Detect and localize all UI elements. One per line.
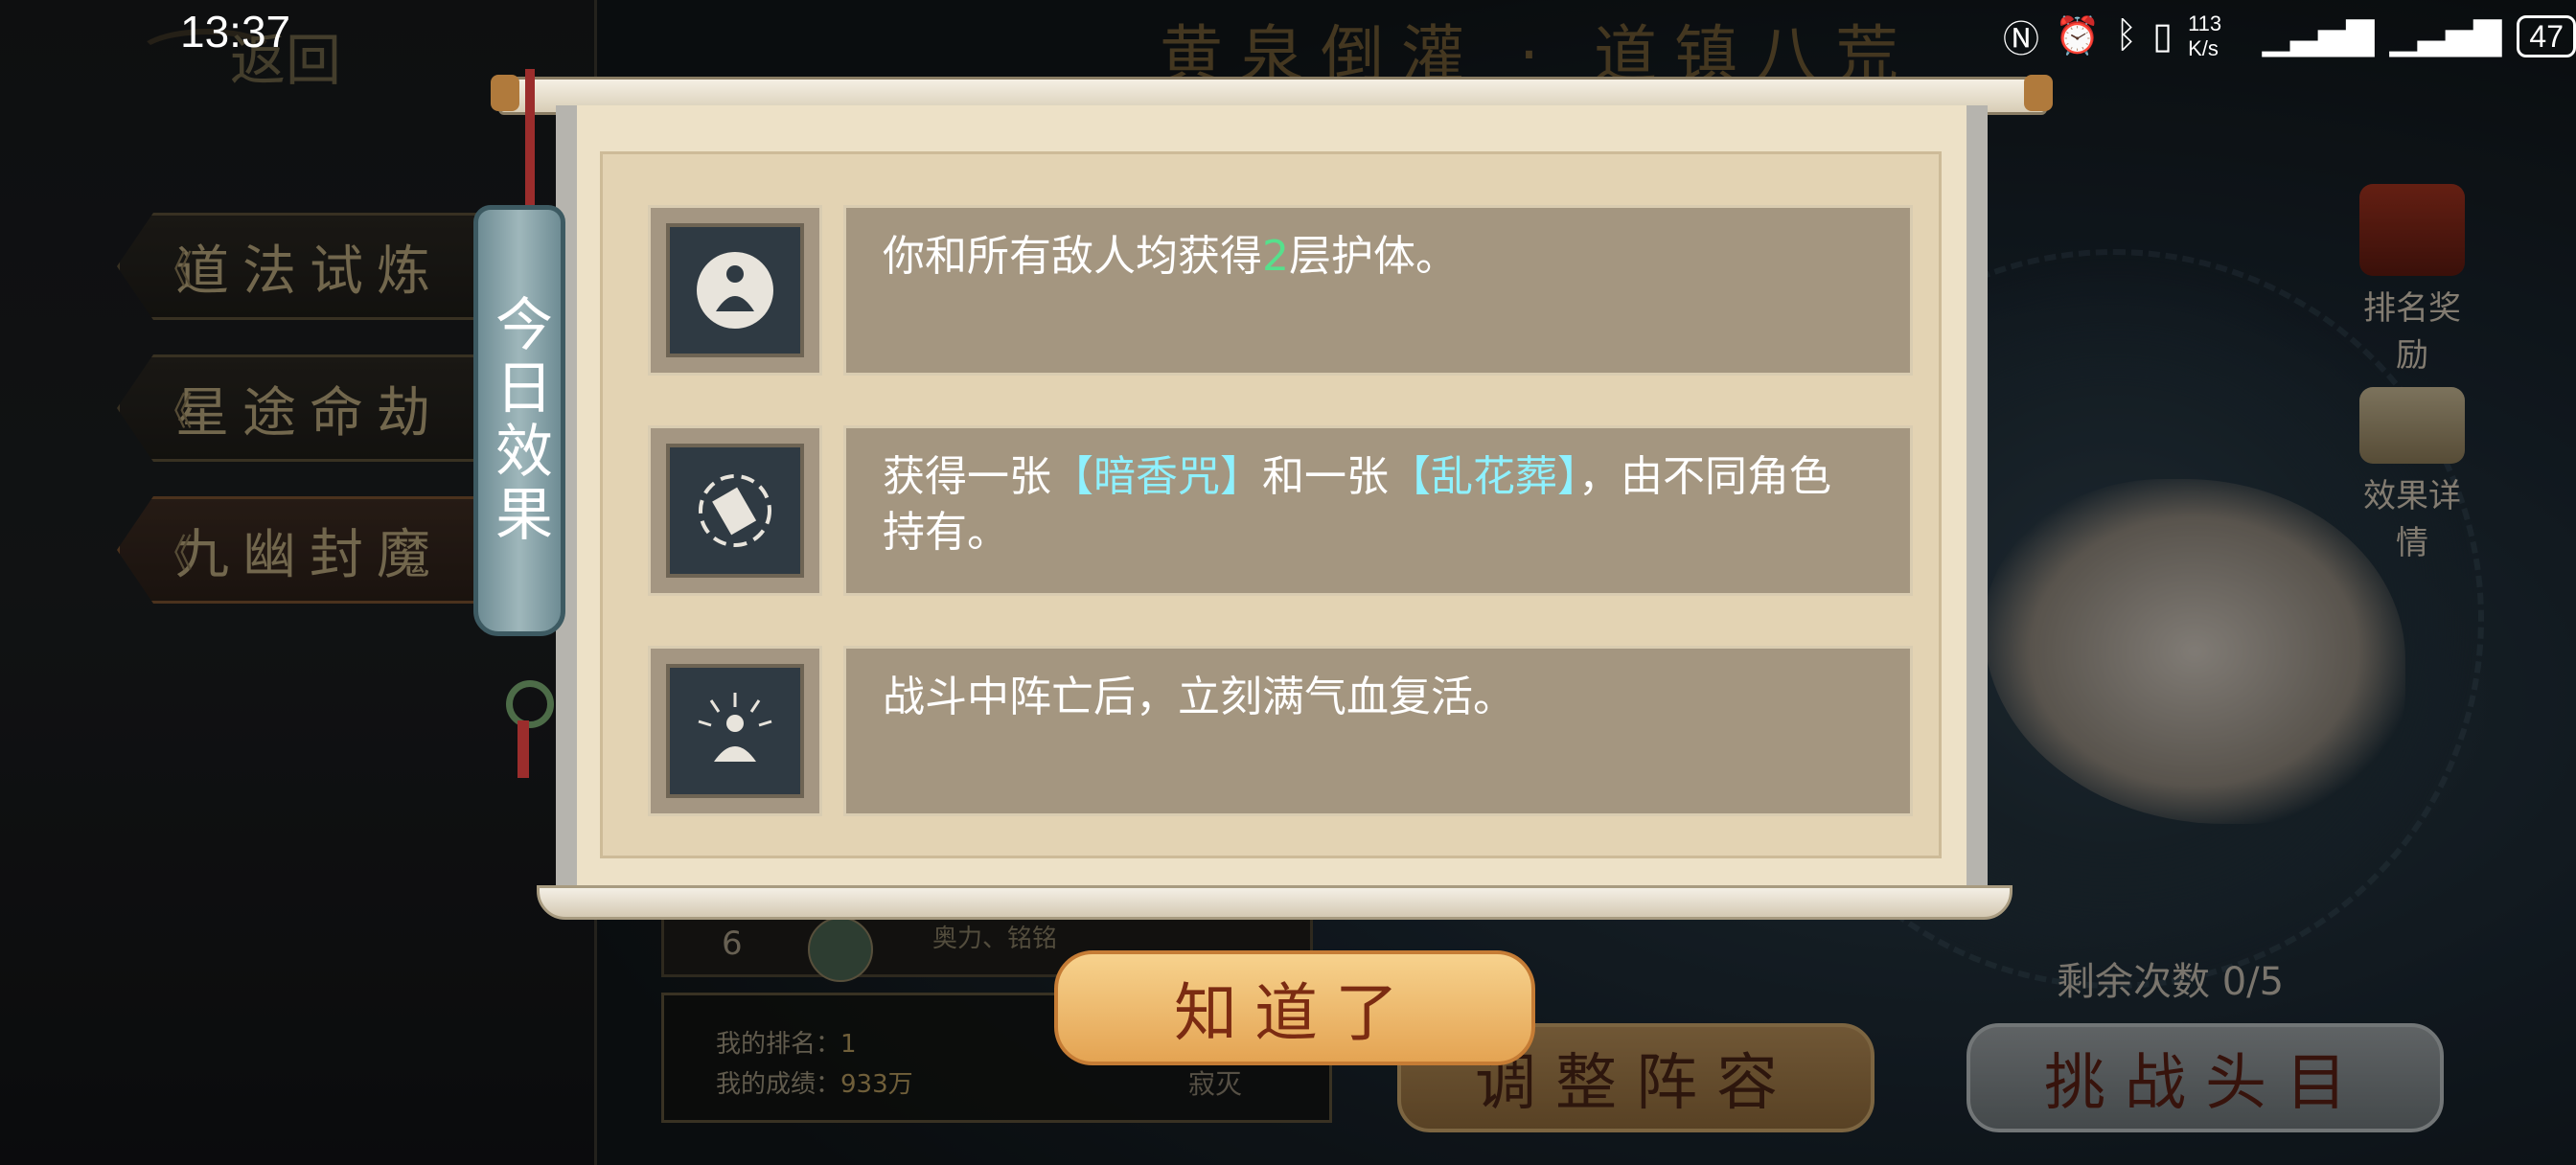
today-effect-label: 今日效果 xyxy=(485,294,553,547)
shield-layer-count: 2 xyxy=(1262,232,1289,281)
rod-cap xyxy=(491,75,519,111)
jade-ring-decoration xyxy=(506,680,554,728)
effect-2: 获得一张【暗香咒】和一张【乱花葬】，由不同角色持有。 xyxy=(843,425,1913,596)
rod-cap xyxy=(2024,75,2053,111)
signal-icon: ▁▃▅▇ xyxy=(2262,16,2375,57)
swirl-card-icon xyxy=(666,444,804,578)
confirm-button-label: 知道了 xyxy=(1174,976,1415,1050)
today-effect-tag: 今日效果 xyxy=(473,205,565,636)
scroll-bottom-rod xyxy=(537,885,2012,920)
effect-1-text: 你和所有敌人均获得2层护体。 xyxy=(883,232,1458,281)
effect-2-text: 获得一张【暗香咒】和一张【乱花葬】，由不同角色持有。 xyxy=(883,452,1831,557)
nfc-icon: Ⓝ xyxy=(2003,20,2040,60)
effect-1: 你和所有敌人均获得2层护体。 xyxy=(843,205,1913,376)
effect-3-text: 战斗中阵亡后，立刻满气血复活。 xyxy=(883,673,1515,721)
status-bar: 13:37 Ⓝ ⏰ ᛒ ▯ 113 K/s ▁▃▅▇ ▁▃▅▇ 47 xyxy=(0,0,2576,67)
meditation-icon xyxy=(666,223,804,357)
battery-icon: 47 xyxy=(2517,14,2576,57)
network-speed: 113 K/s xyxy=(2188,11,2222,60)
card-name: 【暗香咒】 xyxy=(1051,452,1262,501)
effect-2-icon-frame xyxy=(648,425,822,596)
status-icons: Ⓝ ⏰ ᛒ ▯ 113 K/s ▁▃▅▇ ▁▃▅▇ 47 xyxy=(2003,10,2576,62)
effect-1-icon-frame xyxy=(648,205,822,376)
signal-icon: ▁▃▅▇ xyxy=(2389,16,2502,57)
alarm-icon: ⏰ xyxy=(2055,15,2101,57)
tassel-decoration xyxy=(518,720,529,778)
bluetooth-icon: ᛒ xyxy=(2115,15,2138,56)
effect-3: 战斗中阵亡后，立刻满气血复活。 xyxy=(843,646,1913,816)
effect-3-icon-frame xyxy=(648,646,822,816)
vibrate-icon: ▯ xyxy=(2152,16,2174,57)
card-name: 【乱花葬】 xyxy=(1389,452,1578,501)
tag-cord xyxy=(525,69,535,222)
status-time: 13:37 xyxy=(180,7,291,57)
radiant-meditation-icon xyxy=(666,664,804,798)
confirm-button[interactable]: 知道了 xyxy=(1054,950,1535,1065)
